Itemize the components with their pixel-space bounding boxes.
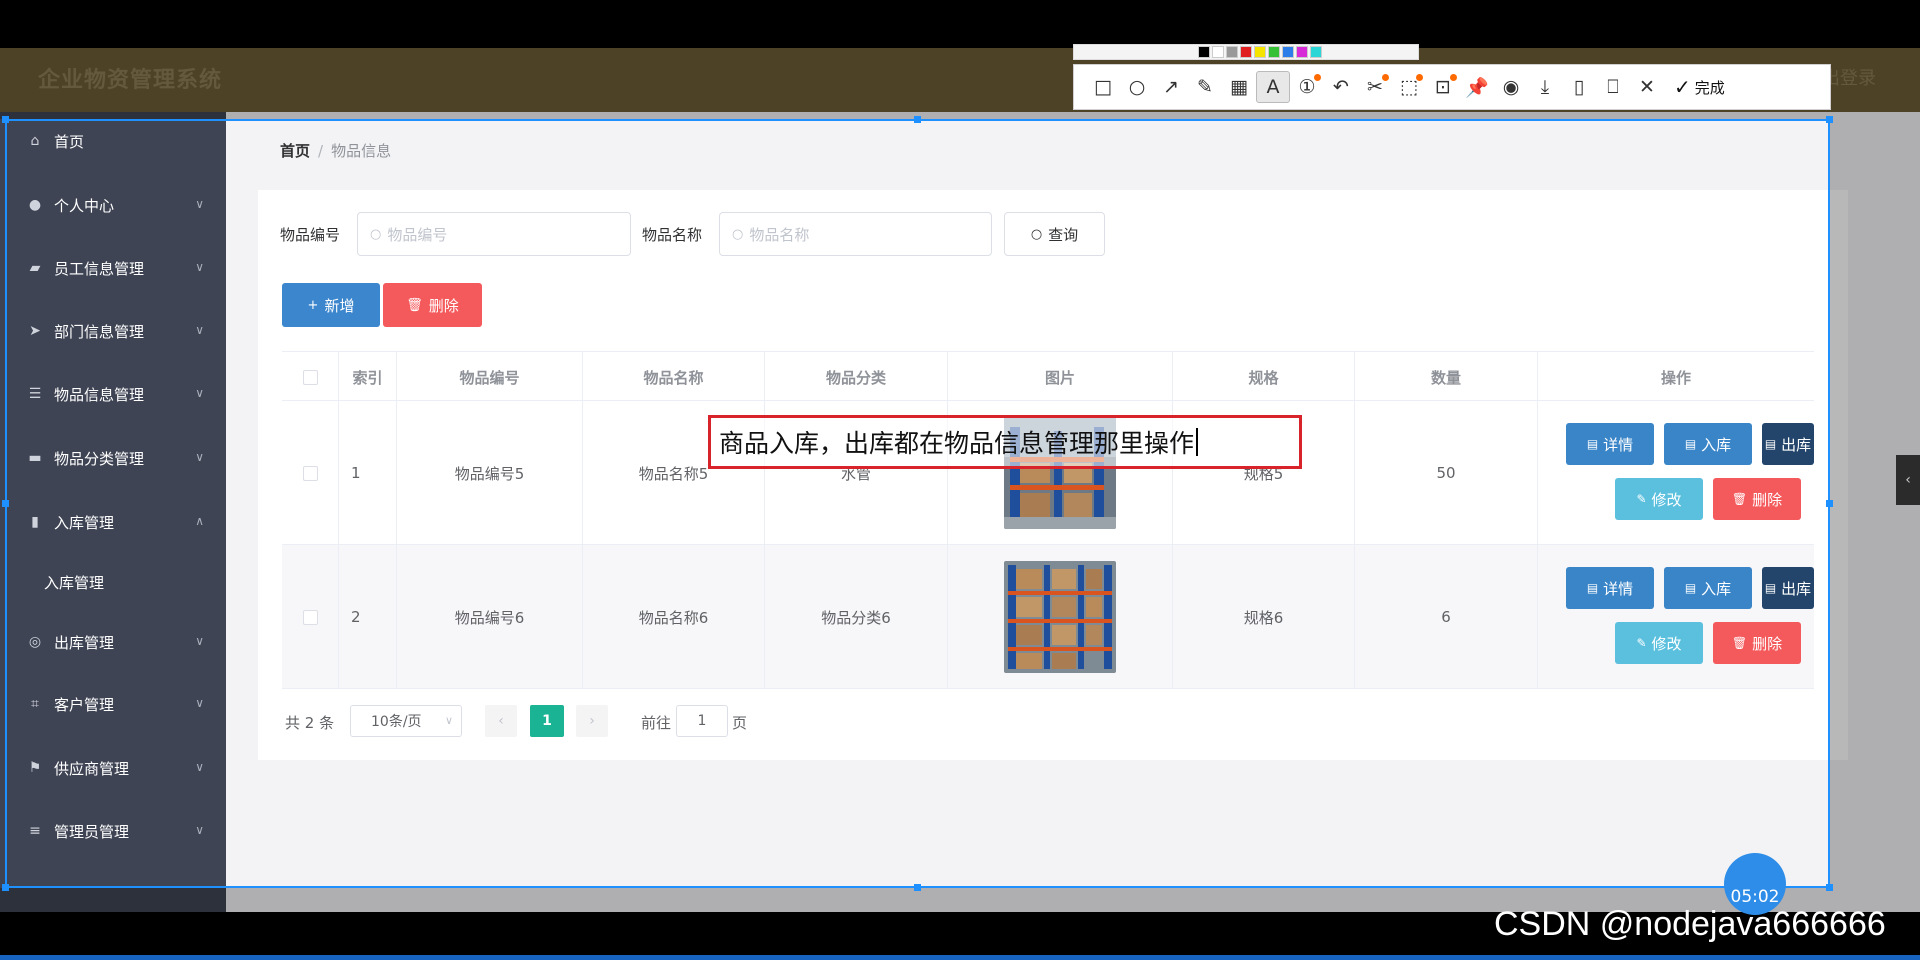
capture-selection-frame[interactable] (5, 119, 1830, 888)
color-swatch-magenta[interactable] (1296, 46, 1308, 58)
resize-handle[interactable] (1826, 116, 1833, 123)
color-swatch-green[interactable] (1268, 46, 1280, 58)
color-swatch-white[interactable] (1212, 46, 1224, 58)
resize-handle[interactable] (2, 884, 9, 891)
annotation-text: 商品入库，出库都在物品信息管理那里操作 (719, 429, 1195, 458)
color-swatch-gray[interactable] (1226, 46, 1238, 58)
number-tool-icon[interactable]: ① (1290, 71, 1324, 103)
color-swatch-black[interactable] (1198, 46, 1210, 58)
chevron-left-icon: ‹ (1905, 472, 1911, 488)
resize-handle[interactable] (2, 116, 9, 123)
scissors-icon[interactable]: ✂ (1358, 71, 1392, 103)
done-label: 完成 (1694, 78, 1725, 97)
pen-tool-icon[interactable]: ✎ (1188, 71, 1222, 103)
side-collapse-tab[interactable]: ‹ (1896, 455, 1920, 505)
resize-handle[interactable] (914, 116, 921, 123)
bookmark-icon[interactable]: ⎕ (1596, 71, 1630, 103)
color-swatch-yellow[interactable] (1254, 46, 1266, 58)
ellipse-tool-icon[interactable]: ○ (1120, 71, 1154, 103)
screen: 企业物资管理系统 退出登录 ⌂ 首页 ● 个人中心 ∨ ▰ 员工信息管理 ∨ ➤… (0, 0, 1920, 960)
mosaic-tool-icon[interactable]: ▦ (1222, 71, 1256, 103)
check-icon: ✓ (1674, 75, 1691, 99)
record-icon[interactable]: ◉ (1494, 71, 1528, 103)
watermark: CSDN @nodejava666666 (1494, 905, 1886, 943)
text-annotation-box[interactable]: 商品入库，出库都在物品信息管理那里操作 (708, 415, 1302, 469)
color-swatch-cyan[interactable] (1310, 46, 1322, 58)
undo-icon[interactable]: ↶ (1324, 71, 1358, 103)
text-caret (1196, 428, 1199, 456)
color-palette (1073, 44, 1419, 60)
pin-icon[interactable]: 📌 (1460, 71, 1494, 103)
color-swatch-blue[interactable] (1282, 46, 1294, 58)
color-swatch-red[interactable] (1240, 46, 1252, 58)
resize-handle[interactable] (2, 500, 9, 507)
progress-line (0, 955, 1920, 960)
download-icon[interactable]: ⤓ (1528, 71, 1562, 103)
done-button[interactable]: ✓ 完成 (1674, 75, 1725, 99)
phone-icon[interactable]: ▯ (1562, 71, 1596, 103)
text-tool-icon[interactable]: A (1256, 71, 1290, 103)
resize-handle[interactable] (1826, 884, 1833, 891)
resize-handle[interactable] (914, 884, 921, 891)
close-icon[interactable]: ✕ (1630, 71, 1664, 103)
rectangle-tool-icon[interactable]: □ (1086, 71, 1120, 103)
select-window-icon[interactable]: ⬚ (1392, 71, 1426, 103)
resize-handle[interactable] (1826, 500, 1833, 507)
dim-overlay-right (1830, 119, 1920, 912)
ocr-icon[interactable]: ⊡ (1426, 71, 1460, 103)
screenshot-toolbar: □ ○ ↗ ✎ ▦ A ① ↶ ✂ ⬚ ⊡ 📌 ◉ ⤓ ▯ ⎕ ✕ ✓ 完成 (1073, 64, 1831, 110)
arrow-tool-icon[interactable]: ↗ (1154, 71, 1188, 103)
